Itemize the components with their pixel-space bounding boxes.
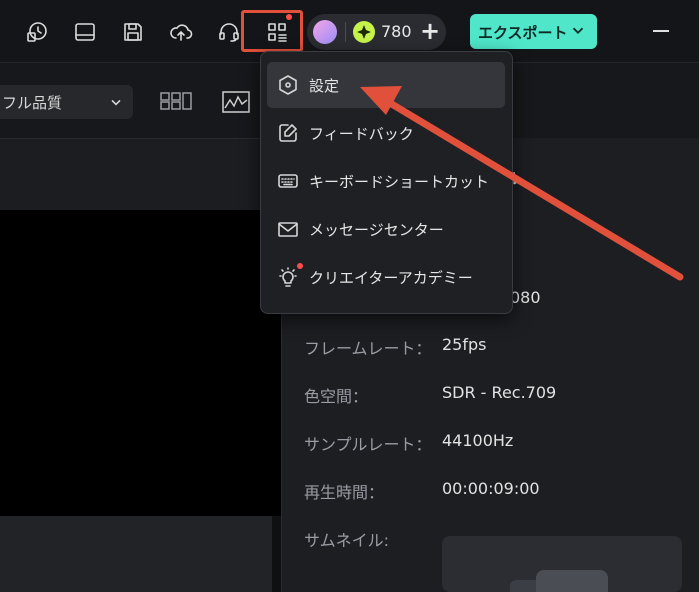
apps-dropdown-menu: 設定 フィードバック キーボードショートカット メッセージセンター クリエイター… xyxy=(260,51,513,314)
menu-item-label: 設定 xyxy=(309,77,340,95)
colorspace-label: 色空間： xyxy=(304,387,369,406)
notification-dot xyxy=(297,263,303,269)
export-label: エクスポート xyxy=(478,24,568,42)
samplerate-label: サンプルレート： xyxy=(304,435,432,454)
layout-icon[interactable] xyxy=(68,15,102,49)
ai-credit-icon xyxy=(353,21,375,43)
menu-item-creator-academy[interactable]: クリエイターアカデミー xyxy=(267,254,505,300)
avatar[interactable] xyxy=(313,20,337,44)
quality-select[interactable]: フル品質 xyxy=(0,85,133,119)
quality-label: フル品質 xyxy=(2,94,63,112)
preview-footer xyxy=(0,516,272,592)
divider xyxy=(345,22,346,42)
menu-item-message-center[interactable]: メッセージセンター xyxy=(267,206,505,252)
chevron-down-icon xyxy=(108,93,124,115)
minimize-button[interactable] xyxy=(653,30,669,32)
resolution-value-partial: 080 xyxy=(510,288,541,307)
thumbnail-image[interactable] xyxy=(442,536,682,592)
menu-item-settings[interactable]: 設定 xyxy=(267,62,505,108)
thumbnail-label: サムネイル: xyxy=(304,531,390,550)
colorspace-value: SDR - Rec.709 xyxy=(442,383,557,402)
menu-item-keyboard-shortcuts[interactable]: キーボードショートカット xyxy=(267,158,505,204)
lightbulb-icon xyxy=(277,266,299,288)
menu-item-label: キーボードショートカット xyxy=(309,173,490,191)
menu-item-label: メッセージセンター xyxy=(309,221,444,239)
settings-hex-icon xyxy=(277,74,299,96)
add-credits-button[interactable]: + xyxy=(420,17,440,45)
thumbnail-shape xyxy=(536,570,608,592)
menu-item-feedback[interactable]: フィードバック xyxy=(267,110,505,156)
scope-monitor-icon[interactable] xyxy=(222,91,250,117)
mail-icon xyxy=(277,218,299,240)
framerate-label: フレームレート： xyxy=(304,339,432,358)
cloud-upload-icon[interactable] xyxy=(164,15,198,49)
duration-label: 再生時間： xyxy=(304,483,385,502)
clock-document-icon[interactable] xyxy=(20,15,54,49)
preview-header xyxy=(0,138,281,211)
credits-pill[interactable]: 780 + xyxy=(307,14,446,50)
chevron-down-icon xyxy=(569,20,587,44)
video-preview[interactable] xyxy=(0,210,281,516)
menu-item-label: フィードバック xyxy=(309,125,414,143)
framerate-value: 25fps xyxy=(442,335,487,354)
feedback-edit-icon xyxy=(277,122,299,144)
panel-divider[interactable] xyxy=(272,516,281,592)
keyboard-icon xyxy=(277,170,299,192)
duration-value: 00:00:09:00 xyxy=(442,479,540,498)
samplerate-value: 44100Hz xyxy=(442,431,514,450)
export-button[interactable]: エクスポート xyxy=(470,14,597,49)
highlight-box xyxy=(241,10,303,52)
credit-count: 780 xyxy=(381,22,412,41)
menu-item-label: クリエイターアカデミー xyxy=(309,269,473,287)
grid-view-icon[interactable] xyxy=(160,91,192,115)
save-icon[interactable] xyxy=(116,15,150,49)
